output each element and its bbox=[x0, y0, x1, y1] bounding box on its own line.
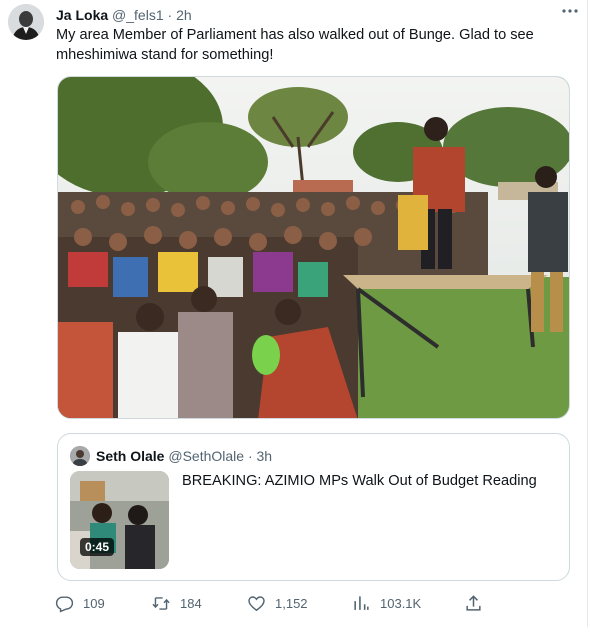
tweet-text: My area Member of Parliament has also wa… bbox=[56, 27, 534, 63]
quoted-author-handle[interactable]: @SethOlale bbox=[168, 448, 244, 464]
retweet-button[interactable]: 184 bbox=[151, 594, 202, 613]
quoted-tweet[interactable]: Seth Olale @SethOlale · 3h 0:45 BREAKING… bbox=[57, 433, 570, 581]
retweet-count: 184 bbox=[180, 596, 202, 611]
quoted-author-name[interactable]: Seth Olale bbox=[96, 448, 164, 464]
share-icon bbox=[466, 595, 481, 611]
quoted-author-avatar[interactable] bbox=[70, 446, 90, 466]
tweet-header: Ja Loka @_fels1 · 2h bbox=[56, 6, 567, 24]
more-icon[interactable] bbox=[561, 2, 579, 25]
tweet-actions: 109 184 1,152 103.1K bbox=[55, 594, 485, 616]
quoted-tweet-timestamp[interactable]: 3h bbox=[257, 448, 273, 464]
quoted-header-separator: · bbox=[247, 448, 253, 464]
views-button[interactable]: 103.1K bbox=[352, 594, 421, 613]
video-duration-badge: 0:45 bbox=[80, 538, 115, 556]
author-avatar[interactable] bbox=[8, 4, 44, 40]
share-button[interactable] bbox=[464, 594, 492, 613]
reply-count: 109 bbox=[83, 596, 105, 611]
header-separator: · bbox=[167, 7, 173, 23]
reply-button[interactable]: 109 bbox=[55, 594, 105, 613]
retweet-icon bbox=[152, 597, 170, 610]
views-icon bbox=[354, 596, 369, 610]
like-count: 1,152 bbox=[275, 596, 308, 611]
like-button[interactable]: 1,152 bbox=[247, 594, 308, 613]
tweet[interactable]: Ja Loka @_fels1 · 2h My area Member of P… bbox=[0, 0, 588, 627]
quoted-tweet-header: Seth Olale @SethOlale · 3h bbox=[96, 446, 272, 466]
reply-icon bbox=[55, 596, 74, 613]
tweet-timestamp[interactable]: 2h bbox=[176, 7, 192, 23]
quoted-video-thumbnail[interactable]: 0:45 bbox=[70, 471, 169, 569]
quoted-tweet-text: BREAKING: AZIMIO MPs Walk Out of Budget … bbox=[182, 473, 537, 489]
heart-icon bbox=[248, 596, 265, 612]
author-name[interactable]: Ja Loka bbox=[56, 7, 108, 23]
tweet-photo[interactable] bbox=[57, 76, 570, 419]
view-count: 103.1K bbox=[380, 596, 422, 611]
author-handle[interactable]: @_fels1 bbox=[112, 7, 164, 23]
